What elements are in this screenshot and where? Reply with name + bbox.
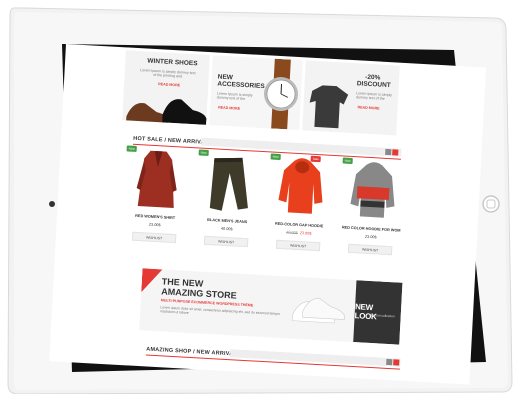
- jeans-image: [209, 157, 248, 211]
- product-grid: New RED WOMEN'S SHIRT 23.00$ WISHLIST Ne…: [121, 145, 407, 270]
- product-price: 40.00$: [195, 225, 259, 233]
- hoodie-image: [278, 158, 323, 214]
- banner-desc: Lorem Ipsum is simply dummy text of the: [355, 91, 393, 102]
- banner-desc: Lorem Ipsum is simply dummy text of the …: [140, 68, 196, 79]
- banner-discount[interactable]: -20% DISCOUNT Lorem Ipsum is simply dumm…: [302, 60, 400, 136]
- price-value: 23.00$: [148, 222, 161, 228]
- new-badge: New: [198, 149, 209, 156]
- promo-desc: Lorem ipsum dolor sit amet, consectetur …: [160, 305, 281, 316]
- camera-icon: [49, 201, 55, 207]
- new-badge: New: [270, 153, 281, 160]
- new-badge: New: [342, 157, 353, 165]
- banner-title-line2: ACCESSORIES: [217, 80, 265, 91]
- wishlist-button[interactable]: WISHLIST: [275, 239, 321, 252]
- screen: WINTER SHOES Lorem Ipsum is simply dummy…: [49, 44, 487, 385]
- home-button: [482, 195, 500, 213]
- sale-badge: Sale: [310, 155, 321, 163]
- product-card[interactable]: New Sale RED-COLOR GAP HOODIE 40.00$ 23.0…: [265, 153, 335, 264]
- read-more-link[interactable]: READ MORE: [357, 105, 379, 110]
- prev-arrow-button[interactable]: [385, 148, 392, 156]
- product-price: 23.00$: [123, 221, 187, 229]
- wishlist-button[interactable]: WISHLIST: [131, 231, 177, 244]
- watch-image: [263, 58, 299, 130]
- product-name[interactable]: BLACK MEN'S JEANS: [195, 217, 259, 225]
- old-price: 40.00$: [286, 230, 298, 235]
- prev-arrow-button[interactable]: [386, 358, 393, 366]
- banner-winter-shoes[interactable]: WINTER SHOES Lorem Ipsum is simply dummy…: [122, 50, 210, 125]
- shoes-image: [125, 99, 207, 125]
- product-name[interactable]: RED COLOR HOODIE FOR WOM: [339, 225, 403, 233]
- product-card[interactable]: New BLACK MEN'S JEANS 40.00$ WISHLIST: [193, 149, 263, 260]
- new-look-panel: NEW LOOK fashion collection: [353, 280, 403, 345]
- banner-new-accessories[interactable]: NEW ACCESSORIES Lorem Ipsum is simply du…: [209, 55, 303, 131]
- wishlist-button[interactable]: WISHLIST: [347, 243, 393, 256]
- promo-banner[interactable]: THE NEW AMAZING STORE MULTI-PURPOSE ECOM…: [139, 268, 403, 345]
- banner-title: WINTER SHOES: [147, 57, 198, 68]
- price-value: 23.00$: [299, 231, 312, 236]
- price-value: 40.00$: [220, 226, 233, 232]
- red-corner-decoration: [141, 268, 163, 293]
- coat-image: [136, 150, 177, 209]
- product-price: 40.00$ 23.00$: [267, 229, 331, 237]
- read-more-link[interactable]: READ MORE: [158, 82, 180, 87]
- banner-desc: Lorem Ipsum is simply dummy text of the: [216, 91, 253, 102]
- next-arrow-button[interactable]: [392, 149, 399, 156]
- new-look-title: NEW LOOK: [354, 302, 377, 322]
- banner-title-line2: DISCOUNT: [356, 80, 391, 90]
- next-arrow-button[interactable]: [393, 359, 400, 366]
- hoodie-image: [350, 162, 395, 218]
- shirt-image: [309, 85, 349, 129]
- price-value: 23.00$: [364, 234, 377, 240]
- product-name[interactable]: RED WOMEN'S SHIRT: [123, 213, 187, 221]
- new-badge: New: [126, 145, 137, 152]
- sneakers-image: [291, 297, 345, 324]
- read-more-link[interactable]: READ MORE: [218, 106, 240, 111]
- product-card[interactable]: New RED COLOR HOODIE FOR WOM 23.00$ WISH…: [337, 157, 407, 268]
- wishlist-button[interactable]: WISHLIST: [203, 235, 249, 248]
- product-name[interactable]: RED-COLOR GAP HOODIE: [267, 221, 331, 229]
- product-card[interactable]: New RED WOMEN'S SHIRT 23.00$ WISHLIST: [121, 145, 191, 256]
- banner-row: WINTER SHOES Lorem Ipsum is simply dummy…: [122, 50, 400, 136]
- product-price: 23.00$: [339, 233, 403, 241]
